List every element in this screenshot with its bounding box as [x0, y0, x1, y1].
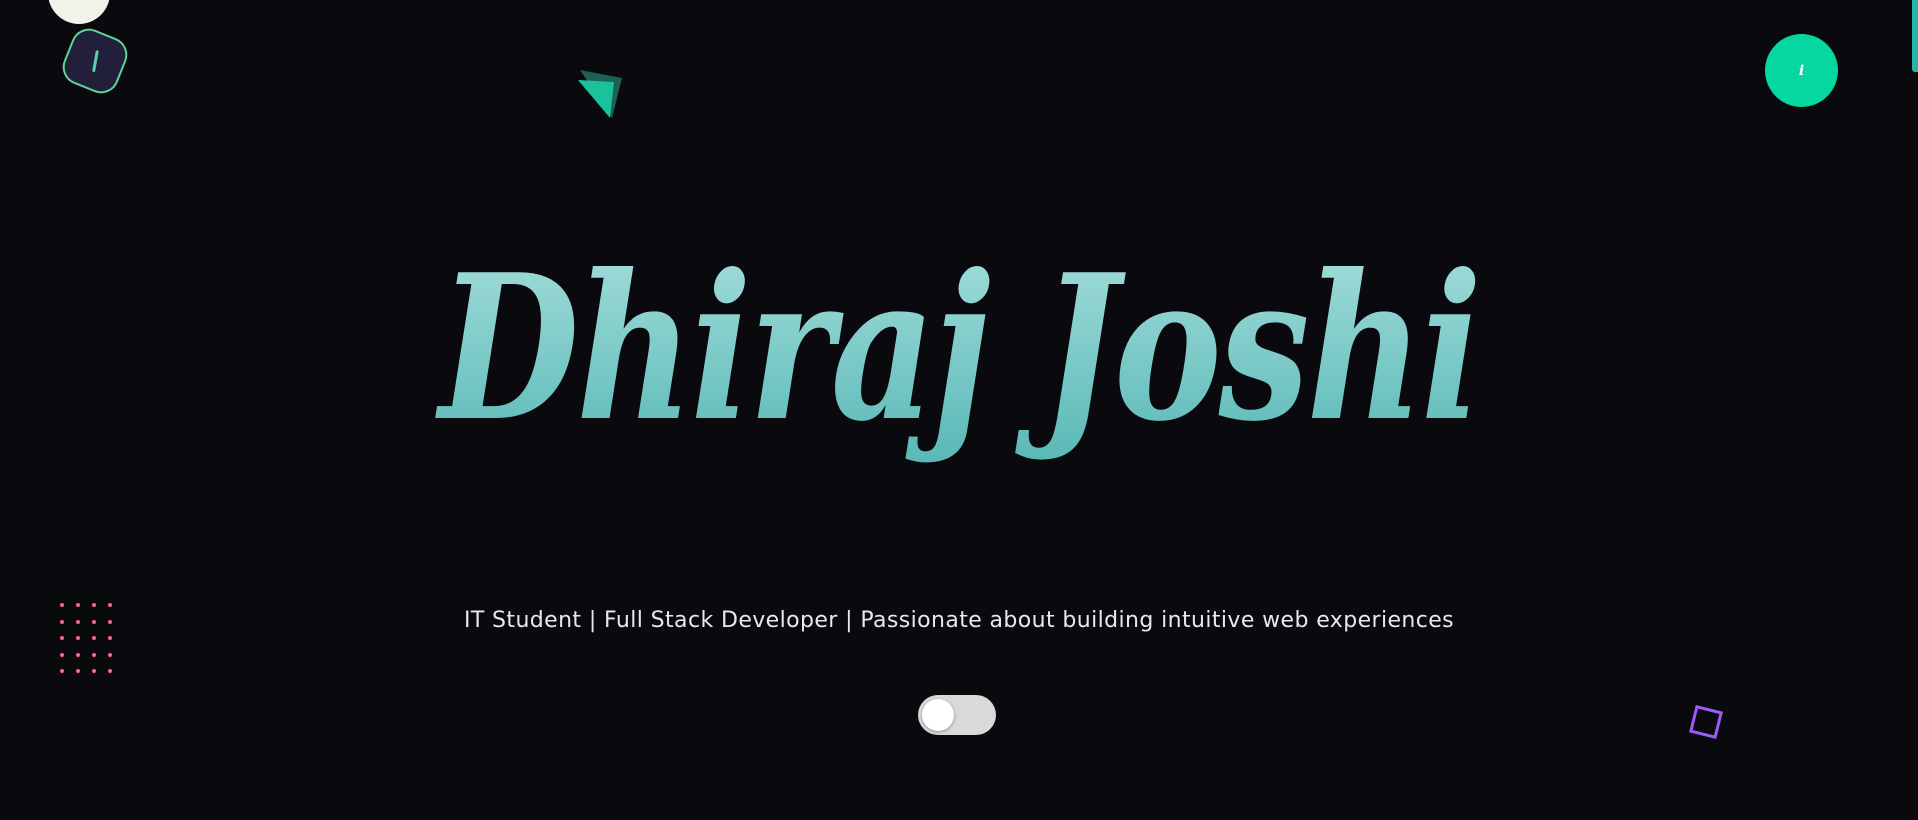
hero-page: i Dhiraj Joshi IT Student | Full Stack D…: [0, 0, 1918, 820]
triangle-decoration: [578, 70, 622, 118]
info-icon: i: [1798, 62, 1805, 79]
hero-subtitle: IT Student | Full Stack Developer | Pass…: [463, 608, 1455, 633]
info-button[interactable]: i: [1765, 34, 1838, 107]
dot-grid-decoration: [60, 603, 116, 677]
toggle-knob[interactable]: [922, 699, 954, 731]
theme-toggle[interactable]: [918, 695, 996, 735]
slash-badge-icon: [57, 23, 133, 99]
circle-decoration: [48, 0, 110, 24]
scrollbar-thumb[interactable]: [1912, 0, 1918, 72]
hero-title-svg: Dhiraj Joshi: [435, 231, 1483, 466]
hero-title: Dhiraj Joshi: [0, 218, 1918, 508]
hero-name: Dhiraj Joshi: [435, 231, 1479, 466]
square-decoration: [1689, 705, 1723, 739]
